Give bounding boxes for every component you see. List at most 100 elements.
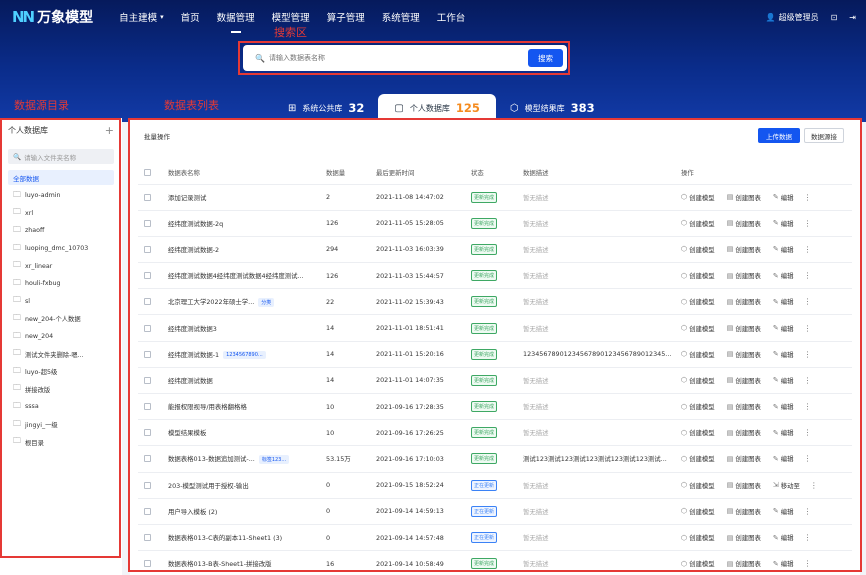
row-checkbox[interactable] [144, 272, 151, 280]
row-action-button[interactable]: ▤ 创建图表 [727, 507, 761, 516]
more-icon[interactable]: ⋮ [804, 297, 812, 306]
row-action-button[interactable]: ▤ 创建图表 [727, 376, 761, 385]
table-row[interactable]: 用户导入模板 (2) 0 2021-09-14 14:59:13 正在更新 暂无描述 ⬡ 创… [138, 498, 852, 525]
row-checkbox[interactable] [144, 455, 151, 463]
row-action-button[interactable]: ⬡ 创建模型 [681, 219, 715, 228]
table-name[interactable]: 用户导入模板 (2) [168, 508, 217, 516]
folder-item[interactable]: 🗀 luyo-admin [0, 187, 122, 205]
row-action-button[interactable]: ✎ 编辑 [773, 219, 794, 228]
row-action-button[interactable]: ⬡ 创建模型 [681, 324, 715, 333]
folder-item[interactable]: 🗀 luyo-超5级 [0, 363, 122, 381]
select-all-checkbox[interactable] [144, 168, 151, 176]
table-row[interactable]: 经纬度测试数据 14 2021-11-01 14:07:35 更新完成 暂无描述 ⬡ 创建模… [138, 367, 852, 394]
folder-item[interactable]: 🗀 sl [0, 293, 122, 311]
row-action-button[interactable]: ⬡ 创建模型 [681, 245, 715, 254]
row-action-button[interactable]: ▤ 创建图表 [727, 193, 761, 202]
row-action-button[interactable]: ✎ 编辑 [773, 297, 794, 307]
folder-item[interactable]: 🗀 根目录 [0, 433, 122, 451]
more-icon[interactable]: ⋮ [810, 481, 818, 490]
folder-item[interactable]: 🗀 拼接改版 [0, 381, 122, 399]
row-action-button[interactable]: ✎ 编辑 [773, 559, 794, 569]
row-action-button[interactable]: ✎ 编辑 [773, 271, 794, 281]
all-data-item[interactable]: 全部数据 [8, 170, 114, 185]
table-row[interactable]: 北京理工大学2022年硕士学... 分类 22 2021-11-02 15:39:43… [138, 289, 852, 315]
table-name[interactable]: 添加记录测试 [168, 194, 206, 202]
table-name[interactable]: 模型结果模板 [168, 429, 206, 437]
more-icon[interactable]: ⋮ [804, 271, 812, 280]
row-checkbox[interactable] [144, 350, 151, 358]
row-action-button[interactable]: ✎ 编辑 [773, 402, 794, 412]
more-icon[interactable]: ⋮ [804, 559, 812, 568]
row-checkbox[interactable] [144, 219, 151, 227]
row-action-button[interactable]: ▤ 创建图表 [727, 481, 761, 490]
table-name[interactable]: 经纬度测试数据-1 [168, 351, 219, 359]
row-action-button[interactable]: ⇲ 移动至 [773, 481, 800, 490]
row-checkbox[interactable] [144, 324, 151, 332]
table-name[interactable]: 203-模型测试用于授权-输出 [168, 482, 249, 490]
row-action-button[interactable]: ▤ 创建图表 [727, 350, 761, 359]
nav-item[interactable]: 自主建模 ▾ [119, 10, 164, 24]
folder-item[interactable]: 🗀 new_204-个人数据 [0, 310, 122, 328]
row-action-button[interactable]: ▤ 创建图表 [727, 559, 761, 569]
folder-item[interactable]: 🗀 sssa [0, 398, 122, 416]
folder-item[interactable]: 🗀 jingyi_一级 [0, 416, 122, 434]
folder-item[interactable]: 🗀 xrl [0, 205, 122, 223]
row-checkbox[interactable] [144, 245, 151, 253]
row-action-button[interactable]: ⬡ 创建模型 [681, 350, 715, 359]
table-row[interactable]: 数据表格013-数据追加测试-... 标签123... 53.15万 2021-09-… [138, 446, 852, 473]
row-action-button[interactable]: ▤ 创建图表 [727, 324, 761, 333]
upload-data-button[interactable]: 上传数据 [758, 128, 800, 143]
table-row[interactable]: 203-模型测试用于授权-输出 0 2021-09-15 18:52:24 正在更新 暂… [138, 472, 852, 499]
nav-item[interactable]: 数据管理 [217, 10, 255, 33]
logout-icon[interactable]: ⇥ [849, 13, 856, 22]
nav-item[interactable]: 模型管理 [272, 10, 310, 24]
table-row[interactable]: 经纬度测试数据-2q 126 2021-11-05 15:28:05 更新完成 暂无描述… [138, 210, 852, 237]
nav-item[interactable]: 首页 [181, 10, 200, 24]
connect-source-button[interactable]: 数据源接 [804, 128, 844, 143]
row-action-button[interactable]: ✎ 编辑 [773, 245, 794, 254]
table-row[interactable]: 经纬度测试数据-2 294 2021-11-03 16:03:39 更新完成 暂无描述 ⬡… [138, 236, 852, 263]
search-button[interactable]: 搜索 [528, 49, 563, 67]
folder-search-input[interactable]: 🔍 请输入文件夹名称 [8, 149, 114, 164]
row-action-button[interactable]: ⬡ 创建模型 [681, 297, 715, 307]
table-name[interactable]: 数据表格013-C表的副本11-Sheet1 (3) [168, 534, 282, 542]
table-name[interactable]: 能报权限视导/用表格翻格格 [168, 403, 247, 411]
folder-item[interactable]: 🗀 houli-fxbug [0, 275, 122, 293]
nav-item[interactable]: 系统管理 [382, 10, 420, 24]
table-row[interactable]: 经纬度测试数据3 14 2021-11-01 18:51:41 更新完成 暂无描述 ⬡ 创建… [138, 315, 852, 342]
table-name[interactable]: 数据表格013-数据追加测试-... [168, 455, 255, 463]
table-row[interactable]: 数据表格013-C表的副本11-Sheet1 (3) 0 2021-09-14 14… [138, 524, 852, 551]
table-row[interactable]: 添加记录测试 2 2021-11-08 14:47:02 更新完成 暂无描述 ⬡ 创建模型 ▤… [138, 184, 852, 211]
more-icon[interactable]: ⋮ [804, 245, 812, 254]
row-action-button[interactable]: ▤ 创建图表 [727, 533, 761, 543]
row-action-button[interactable]: ⬡ 创建模型 [681, 428, 715, 438]
row-action-button[interactable]: ▤ 创建图表 [727, 271, 761, 281]
row-action-button[interactable]: ✎ 编辑 [773, 533, 794, 543]
row-action-button[interactable]: ⬡ 创建模型 [681, 271, 715, 281]
more-icon[interactable]: ⋮ [804, 376, 812, 385]
row-action-button[interactable]: ⬡ 创建模型 [681, 533, 715, 543]
more-icon[interactable]: ⋮ [804, 533, 812, 542]
more-icon[interactable]: ⋮ [804, 350, 812, 359]
row-action-button[interactable]: ⬡ 创建模型 [681, 376, 715, 385]
logo[interactable]: NN 万象模型 [12, 7, 93, 27]
row-checkbox[interactable] [144, 298, 151, 306]
folder-item[interactable]: 🗀 xr_linear [0, 257, 122, 275]
row-action-button[interactable]: ✎ 编辑 [773, 350, 794, 359]
table-row[interactable]: 模型结果模板 10 2021-09-16 17:26:25 更新完成 暂无描述 ⬡ 创建模型… [138, 420, 852, 446]
row-action-button[interactable]: ⬡ 创建模型 [681, 193, 715, 202]
folder-item[interactable]: 🗀 new_204 [0, 328, 122, 346]
row-action-button[interactable]: ✎ 编辑 [773, 507, 794, 516]
folder-item[interactable]: 🗀 luoping_dmc_10703 [0, 240, 122, 258]
batch-operation[interactable]: 批量操作 [144, 131, 170, 141]
row-checkbox[interactable] [144, 560, 151, 568]
row-checkbox[interactable] [144, 403, 151, 411]
table-row[interactable]: 数据表格013-B表-Sheet1-拼接改版 16 2021-09-14 10:58… [138, 551, 852, 575]
row-checkbox[interactable] [144, 429, 151, 437]
more-icon[interactable]: ⋮ [804, 219, 812, 228]
settings-icon[interactable]: ⊡ [831, 13, 838, 22]
more-icon[interactable]: ⋮ [804, 454, 812, 463]
row-action-button[interactable]: ⬡ 创建模型 [681, 507, 715, 516]
more-icon[interactable]: ⋮ [804, 507, 812, 516]
row-action-button[interactable]: ⬡ 创建模型 [681, 454, 715, 464]
